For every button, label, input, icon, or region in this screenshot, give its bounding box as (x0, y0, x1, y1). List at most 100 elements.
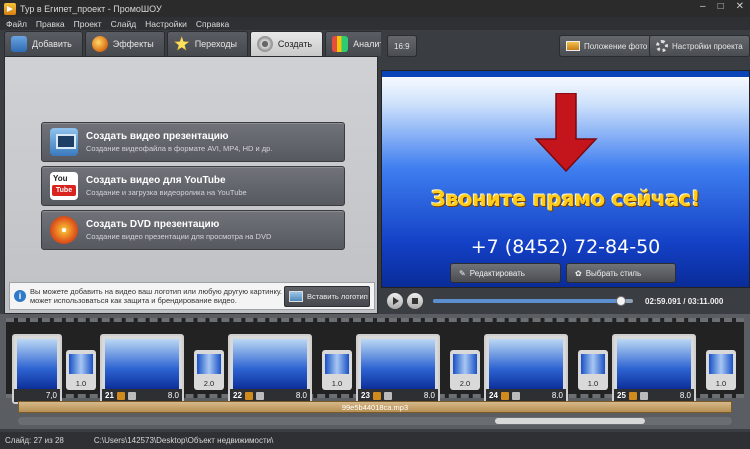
slide-thumb[interactable]: 25 8.0 (612, 334, 696, 404)
menu-help[interactable]: Справка (196, 19, 229, 29)
transition-thumb[interactable]: 1.0 (578, 350, 608, 390)
effects-icon (91, 36, 108, 52)
slide-image (617, 339, 691, 389)
slide-thumb[interactable]: 22 8.0 (228, 334, 312, 404)
transition-thumb[interactable]: 1.0 (66, 350, 96, 390)
stop-button[interactable] (407, 293, 423, 309)
speaker-icon[interactable] (383, 391, 392, 400)
slide-number: 23 (361, 391, 370, 400)
create-youtube-button[interactable]: Создать видео для YouTube Создание и заг… (41, 166, 345, 206)
timeline-scrollbar[interactable] (18, 417, 732, 425)
transition-image (197, 354, 221, 374)
project-path: C:\Users\142573\Desktop\Объект недвижимо… (93, 436, 274, 445)
slide-thumb[interactable]: 21 8.0 (100, 334, 184, 404)
speaker-icon[interactable] (255, 391, 264, 400)
tab-create[interactable]: Создать (249, 31, 324, 56)
status-bar: Слайд: 27 из 28 C:\Users\142573\Desktop\… (0, 432, 750, 449)
create-dvd-title: Создать DVD презентацию (86, 219, 220, 230)
speaker-icon[interactable] (511, 391, 520, 400)
tab-effects[interactable]: Эффекты (84, 31, 165, 56)
slide-number: 21 (105, 391, 114, 400)
minimize-icon[interactable]: – (700, 1, 706, 12)
transition-duration: 1.0 (75, 379, 87, 388)
create-video-title: Создать видео презентацию (86, 131, 229, 142)
style-icon: ✿ (575, 268, 582, 278)
menu-settings[interactable]: Настройки (145, 19, 187, 29)
slide-duration: 8.0 (167, 391, 179, 400)
create-dvd-subtitle: Создание видео презентации для просмотра… (86, 232, 272, 241)
tab-effects-label: Эффекты (112, 39, 154, 49)
tab-add[interactable]: Добавить (4, 31, 83, 56)
playback-bar: 02:59.091 / 03:11.000 (381, 288, 750, 314)
transition-thumb[interactable]: 2.0 (194, 350, 224, 390)
edit-slide-button[interactable]: ✎ Редактировать (450, 263, 561, 283)
slide-strip: 7,0 1.0 21 8.0 2.0 22 8.0 1.0 23 8.0 2.0… (6, 318, 744, 404)
scrollbar-thumb[interactable] (495, 418, 645, 424)
transition-thumb[interactable]: 1.0 (322, 350, 352, 390)
slide-thumb[interactable]: 24 8.0 (484, 334, 568, 404)
analytics-icon (332, 36, 349, 52)
slide-thumb[interactable]: 7,0 (12, 334, 62, 404)
tab-create-label: Создать (277, 39, 313, 49)
transition-image (69, 354, 93, 374)
timeline: ‹ › 7,0 1.0 21 8.0 2.0 (0, 314, 750, 429)
choose-style-button[interactable]: ✿ Выбрать стиль (566, 263, 676, 283)
speaker-icon[interactable] (639, 391, 648, 400)
play-button[interactable] (387, 293, 403, 309)
edit-slide-label: Редактировать (469, 268, 525, 278)
transition-duration: 2.0 (203, 379, 215, 388)
slide-number: 25 (617, 391, 626, 400)
create-youtube-title: Создать видео для YouTube (86, 175, 226, 186)
transition-thumb[interactable]: 1.0 (706, 350, 736, 390)
playback-slider[interactable] (433, 296, 633, 306)
window-controls: – □ ✕ (700, 1, 744, 12)
close-icon[interactable]: ✕ (736, 1, 744, 12)
insert-logo-button[interactable]: Вставить логотип (284, 286, 370, 307)
maximize-icon[interactable]: □ (718, 1, 724, 12)
menu-edit[interactable]: Правка (36, 19, 65, 29)
slide-number: 24 (489, 391, 498, 400)
preview-headline: Звоните прямо сейчас! (430, 187, 701, 211)
pencil-icon[interactable] (116, 391, 125, 400)
transition-thumb[interactable]: 2.0 (450, 350, 480, 390)
slide-image (233, 339, 307, 389)
aspect-ratio-label: 16:9 (394, 41, 410, 51)
slide-thumb[interactable]: 23 8.0 (356, 334, 440, 404)
film-reel-icon (256, 36, 273, 52)
slide-counter: Слайд: 27 из 28 (5, 436, 64, 445)
menu-slide[interactable]: Слайд (111, 19, 137, 29)
pencil-icon[interactable] (244, 391, 253, 400)
menu-file[interactable]: Файл (6, 19, 27, 29)
speaker-icon[interactable] (127, 391, 136, 400)
create-video-button[interactable]: Создать видео презентацию Создание видео… (41, 122, 345, 162)
pencil-icon[interactable] (372, 391, 381, 400)
pencil-icon: ✎ (459, 268, 466, 278)
menu-project[interactable]: Проект (74, 19, 102, 29)
slide-duration: 8.0 (295, 391, 307, 400)
aspect-ratio-button[interactable]: 16:9 (387, 35, 417, 57)
playback-knob[interactable] (616, 296, 626, 306)
slide-image (361, 339, 435, 389)
window-title: Тур в Египет_проект - ПромоШОУ (20, 3, 162, 14)
project-settings-button[interactable]: Настройки проекта (649, 35, 750, 57)
slide-duration: 7,0 (45, 391, 57, 400)
photo-position-label: Положение фото (584, 41, 648, 51)
insert-logo-label: Вставить логотип (307, 292, 368, 301)
preview-toolbar: 16:9 Положение фото Настройки проекта (381, 31, 750, 61)
transition-duration: 1.0 (331, 379, 343, 388)
title-bar: Тур в Египет_проект - ПромоШОУ – □ ✕ (0, 0, 750, 17)
slide-image (489, 339, 563, 389)
create-panel: Создать видео презентацию Создание видео… (4, 56, 378, 314)
pencil-icon[interactable] (628, 391, 637, 400)
gear-icon (656, 40, 668, 52)
logo-info-text: Вы можете добавить на видео ваш логотип … (30, 287, 297, 305)
computer-icon (50, 128, 78, 156)
tab-transitions[interactable]: Переходы (166, 31, 248, 56)
transition-duration: 1.0 (587, 379, 599, 388)
audio-track[interactable]: 99e5b44018ca.mp3 (18, 401, 732, 413)
create-dvd-button[interactable]: Создать DVD презентацию Создание видео п… (41, 210, 345, 250)
playback-progress (433, 299, 621, 303)
app-icon (4, 2, 16, 15)
photo-position-button[interactable]: Положение фото (559, 35, 655, 57)
pencil-icon[interactable] (500, 391, 509, 400)
